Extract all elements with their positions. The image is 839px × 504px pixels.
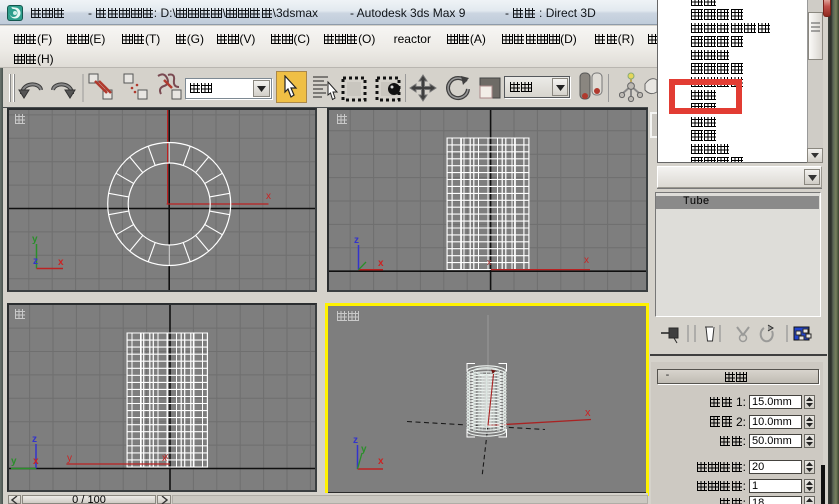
svg-text:x: x (33, 456, 39, 467)
svg-text:x: x (585, 407, 591, 419)
svg-text:x: x (164, 451, 169, 461)
svg-text:x: x (58, 257, 64, 268)
svg-text:z: z (33, 256, 38, 267)
svg-text:x: x (266, 191, 271, 202)
svg-text:y: y (11, 456, 17, 467)
svg-text:y: y (67, 453, 72, 464)
svg-text:y: y (361, 444, 367, 455)
svg-text:x: x (584, 255, 589, 266)
svg-text:z: z (354, 235, 359, 246)
svg-text:z: z (353, 435, 358, 446)
svg-text:y: y (32, 234, 38, 245)
svg-text:x: x (378, 258, 384, 269)
svg-text:x: x (487, 257, 492, 267)
svg-text:x: x (378, 456, 384, 467)
svg-text:z: z (32, 434, 37, 445)
